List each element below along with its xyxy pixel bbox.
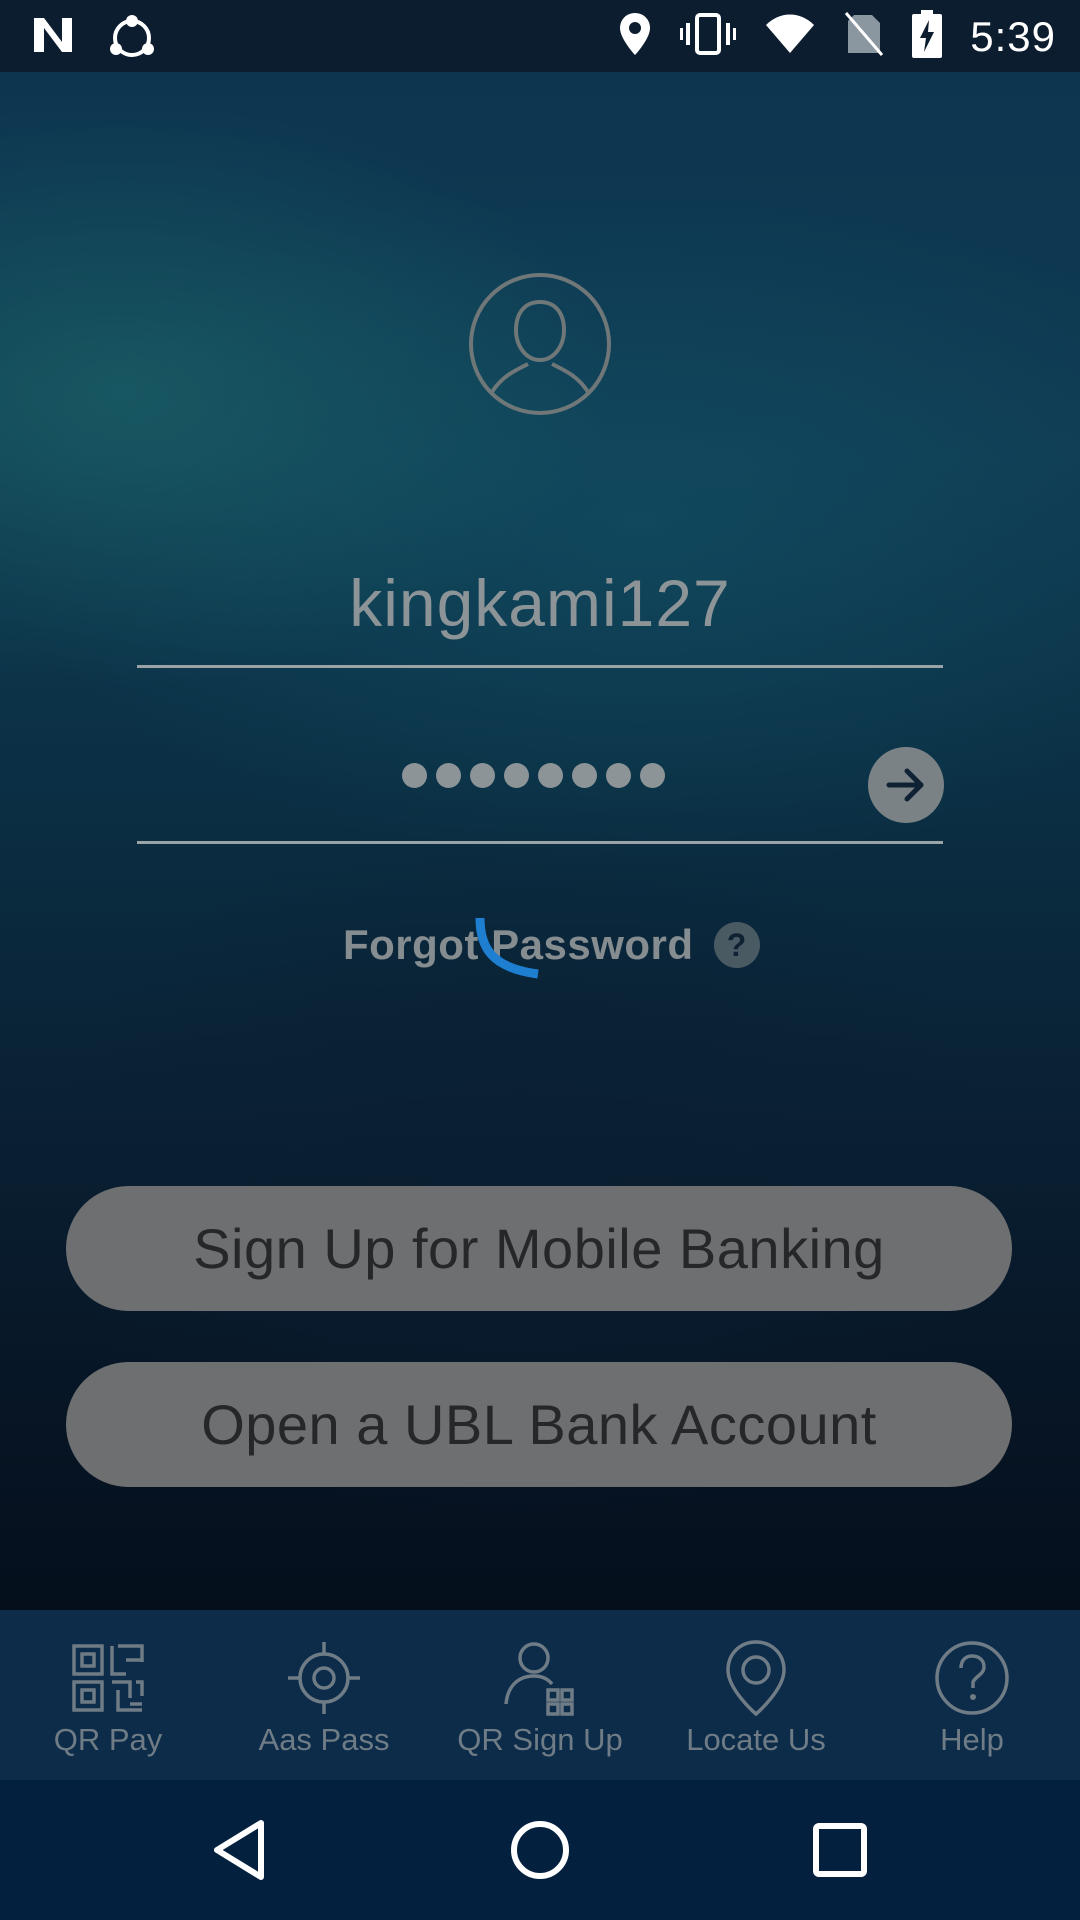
password-mask <box>402 763 665 788</box>
login-submit-button[interactable] <box>868 747 944 823</box>
no-sim-icon <box>844 11 884 62</box>
password-field[interactable] <box>137 730 944 844</box>
battery-charging-icon <box>912 10 943 63</box>
recents-square-icon[interactable] <box>805 1815 875 1885</box>
tab-label: QR Pay <box>53 1722 163 1757</box>
arrow-right-icon <box>886 768 924 802</box>
tab-label: Locate Us <box>686 1722 826 1757</box>
loading-spinner-icon <box>470 910 544 984</box>
back-triangle-icon[interactable] <box>205 1815 275 1885</box>
user-qr-icon <box>504 1642 574 1716</box>
n-logo-icon <box>30 12 76 69</box>
status-time: 5:39 <box>970 12 1056 60</box>
status-bar: 5:39 <box>0 0 1080 72</box>
qr-code-icon <box>72 1644 144 1712</box>
tab-label: QR Sign Up <box>457 1722 623 1757</box>
tab-aas-pass[interactable]: Aas Pass <box>216 1610 432 1780</box>
help-question-icon[interactable]: ? <box>713 922 760 968</box>
tab-help[interactable]: Help <box>864 1610 1080 1780</box>
home-circle-icon[interactable] <box>505 1815 575 1885</box>
username-field[interactable]: kingkami127 <box>137 545 943 668</box>
tab-locate-us[interactable]: Locate Us <box>648 1610 864 1780</box>
map-pin-icon <box>726 1640 786 1717</box>
signup-mobile-banking-button[interactable]: Sign Up for Mobile Banking <box>66 1186 1012 1311</box>
tab-label: Aas Pass <box>258 1722 390 1757</box>
share-nodes-icon <box>106 12 158 69</box>
tab-label: Help <box>940 1722 1004 1757</box>
username-value: kingkami127 <box>349 566 731 640</box>
question-circle-icon <box>935 1641 1009 1715</box>
wifi-icon <box>764 13 816 60</box>
target-location-icon <box>288 1642 360 1714</box>
forgot-password-link[interactable]: Forgot Password ? <box>343 915 760 975</box>
system-nav-bar <box>0 1780 1080 1920</box>
bottom-tab-bar: QR Pay Aas Pass QR Sign Up Locate Us Hel… <box>0 1610 1080 1780</box>
open-bank-account-button[interactable]: Open a UBL Bank Account <box>66 1362 1012 1487</box>
location-pin-icon <box>618 11 652 62</box>
tab-qr-pay[interactable]: QR Pay <box>0 1610 216 1780</box>
tab-qr-sign-up[interactable]: QR Sign Up <box>432 1610 648 1780</box>
user-avatar-icon <box>468 272 612 416</box>
vibrate-icon <box>680 11 737 62</box>
